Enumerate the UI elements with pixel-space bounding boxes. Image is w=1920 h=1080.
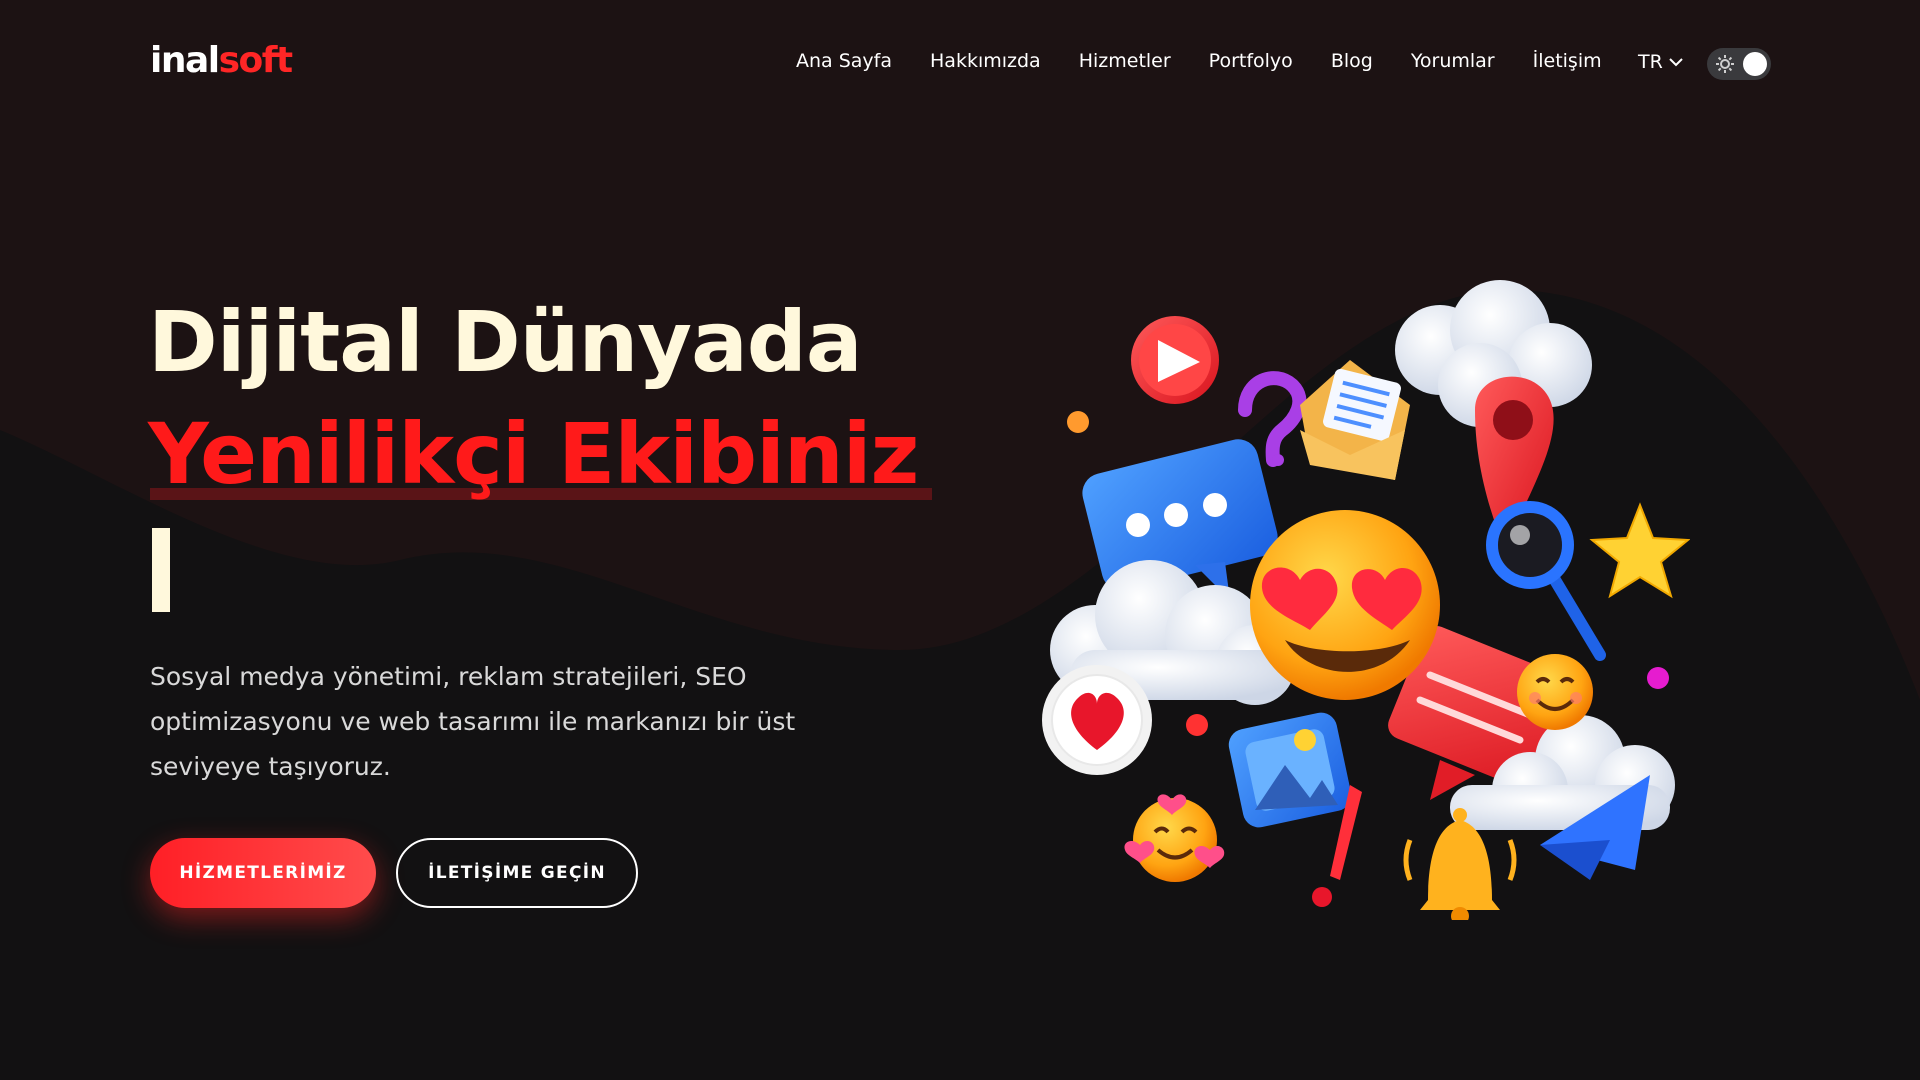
hugging-emoji-icon [1124, 794, 1225, 882]
magenta-dot [1647, 667, 1669, 689]
logo-part-soft: soft [218, 40, 294, 81]
nav-blog[interactable]: Blog [1331, 50, 1373, 72]
contact-button[interactable]: İLETİŞİME GEÇİN [396, 838, 638, 908]
red-dot [1186, 714, 1208, 736]
hero-title-line2: Yenilikçi Ekibiniz [148, 405, 919, 503]
toggle-knob [1743, 52, 1767, 76]
language-selector[interactable]: TR [1638, 51, 1683, 73]
main-nav: Ana Sayfa Hakkımızda Hizmetler Portfolyo… [796, 50, 1602, 72]
hero-description: Sosyal medya yönetimi, reklam stratejile… [150, 662, 796, 781]
smiling-emoji-icon [1517, 654, 1593, 730]
nav-iletisim[interactable]: İletişim [1533, 50, 1602, 72]
site-header: inalsoft Ana Sayfa Hakkımızda Hizmetler … [0, 0, 1920, 128]
image-icon [1228, 712, 1352, 828]
hero-title-line2-wrap: Yenilikçi Ekibiniz [148, 405, 919, 503]
magnifier-icon [1486, 501, 1606, 661]
play-icon [1131, 316, 1219, 404]
chevron-down-icon [1669, 58, 1683, 67]
heart-icon [1042, 665, 1152, 775]
services-button[interactable]: HİZMETLERİMİZ [150, 838, 376, 908]
logo[interactable]: inalsoft [150, 40, 294, 81]
typing-cursor [152, 528, 170, 612]
sun-icon [1716, 55, 1734, 73]
heart-eyes-emoji-icon [1250, 510, 1440, 700]
nav-hakkimizda[interactable]: Hakkımızda [930, 50, 1041, 72]
nav-yorumlar[interactable]: Yorumlar [1411, 50, 1495, 72]
nav-ana-sayfa[interactable]: Ana Sayfa [796, 50, 892, 72]
nav-portfolyo[interactable]: Portfolyo [1209, 50, 1293, 72]
envelope-icon [1300, 360, 1410, 480]
theme-toggle[interactable] [1707, 48, 1771, 80]
hero-title-line1: Dijital Dünyada [148, 293, 863, 391]
hero-title: Dijital Dünyada Yenilikçi Ekibiniz [148, 293, 919, 496]
social-media-illustration [1042, 280, 1690, 920]
star-icon [1589, 502, 1690, 599]
logo-part-inal: inal [150, 40, 220, 81]
orange-dot [1067, 411, 1089, 433]
language-label: TR [1638, 51, 1663, 73]
nav-hizmetler[interactable]: Hizmetler [1079, 50, 1171, 72]
